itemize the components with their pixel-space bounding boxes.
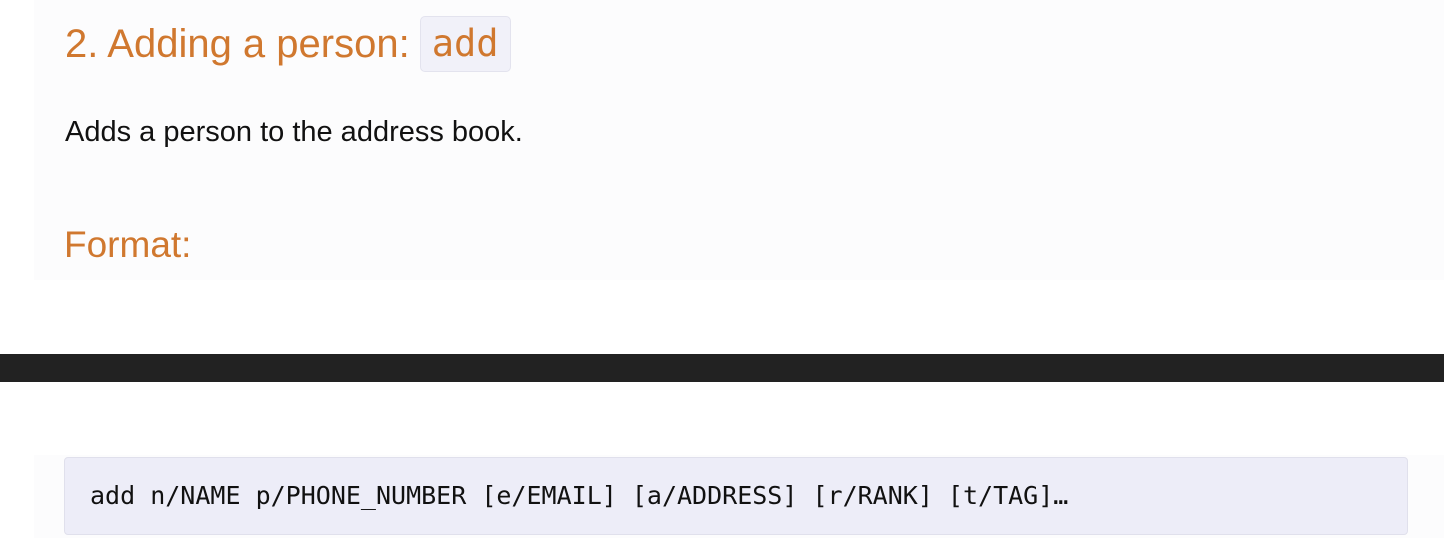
- command-format-code: add n/NAME p/PHONE_NUMBER [e/EMAIL] [a/A…: [90, 481, 1069, 510]
- page: 2. Adding a person: add Adds a person to…: [0, 0, 1444, 538]
- code-block: add n/NAME p/PHONE_NUMBER [e/EMAIL] [a/A…: [64, 457, 1408, 535]
- section-panel: 2. Adding a person: add Adds a person to…: [34, 0, 1444, 280]
- section-heading: 2. Adding a person: add: [65, 16, 511, 72]
- divider-bar: [0, 354, 1444, 382]
- code-block-panel: add n/NAME p/PHONE_NUMBER [e/EMAIL] [a/A…: [34, 455, 1444, 538]
- section-heading-text: 2. Adding a person:: [65, 22, 410, 66]
- format-heading: Format:: [64, 224, 192, 265]
- section-description: Adds a person to the address book.: [65, 116, 523, 148]
- command-code: add: [419, 16, 511, 72]
